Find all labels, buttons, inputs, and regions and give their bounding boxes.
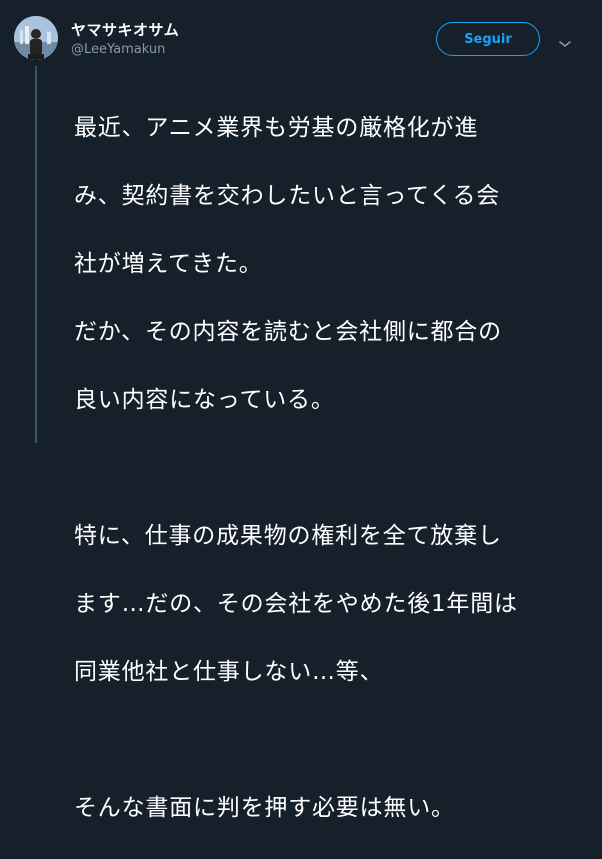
chevron-down-icon[interactable] xyxy=(558,34,572,47)
tweet-text-line: 最近、アニメ業界も労基の厳格化が進 xyxy=(74,115,479,141)
author-display-name[interactable]: ヤマサキオサム xyxy=(71,19,179,40)
tweet-text-line: ます…だの、その会社をやめた後1年間は xyxy=(74,591,518,617)
tweet-text-line: 社が増えてきた。 xyxy=(74,251,263,277)
thread-line xyxy=(35,66,37,443)
user-avatar-icon xyxy=(14,16,58,60)
tweet-text-line: 特に、仕事の成果物の権利を全て放棄し xyxy=(74,523,502,549)
avatar[interactable] xyxy=(14,16,58,60)
tweet-text-line: み、契約書を交わしたいと言ってくる会 xyxy=(74,183,501,209)
follow-button[interactable]: Seguir xyxy=(436,22,540,56)
tweet-text-line: 良い内容になっている。 xyxy=(74,387,335,413)
author-handle[interactable]: @LeeYamakun xyxy=(71,42,165,57)
tweet: ヤマサキオサム @LeeYamakun Seguir 最近、アニメ業界も労基の厳… xyxy=(0,0,602,821)
tweet-text-line: だか、その内容を読むと会社側に都合の xyxy=(74,319,502,345)
tweet-text-line: そんな書面に判を押す必要は無い。 xyxy=(74,795,455,821)
tweet-text: 最近、アニメ業界も労基の厳格化が進 み、契約書を交わしたいと言ってくる会 社が増… xyxy=(74,77,594,859)
tweet-text-line: 同業他社と仕事しない…等、 xyxy=(74,659,384,685)
